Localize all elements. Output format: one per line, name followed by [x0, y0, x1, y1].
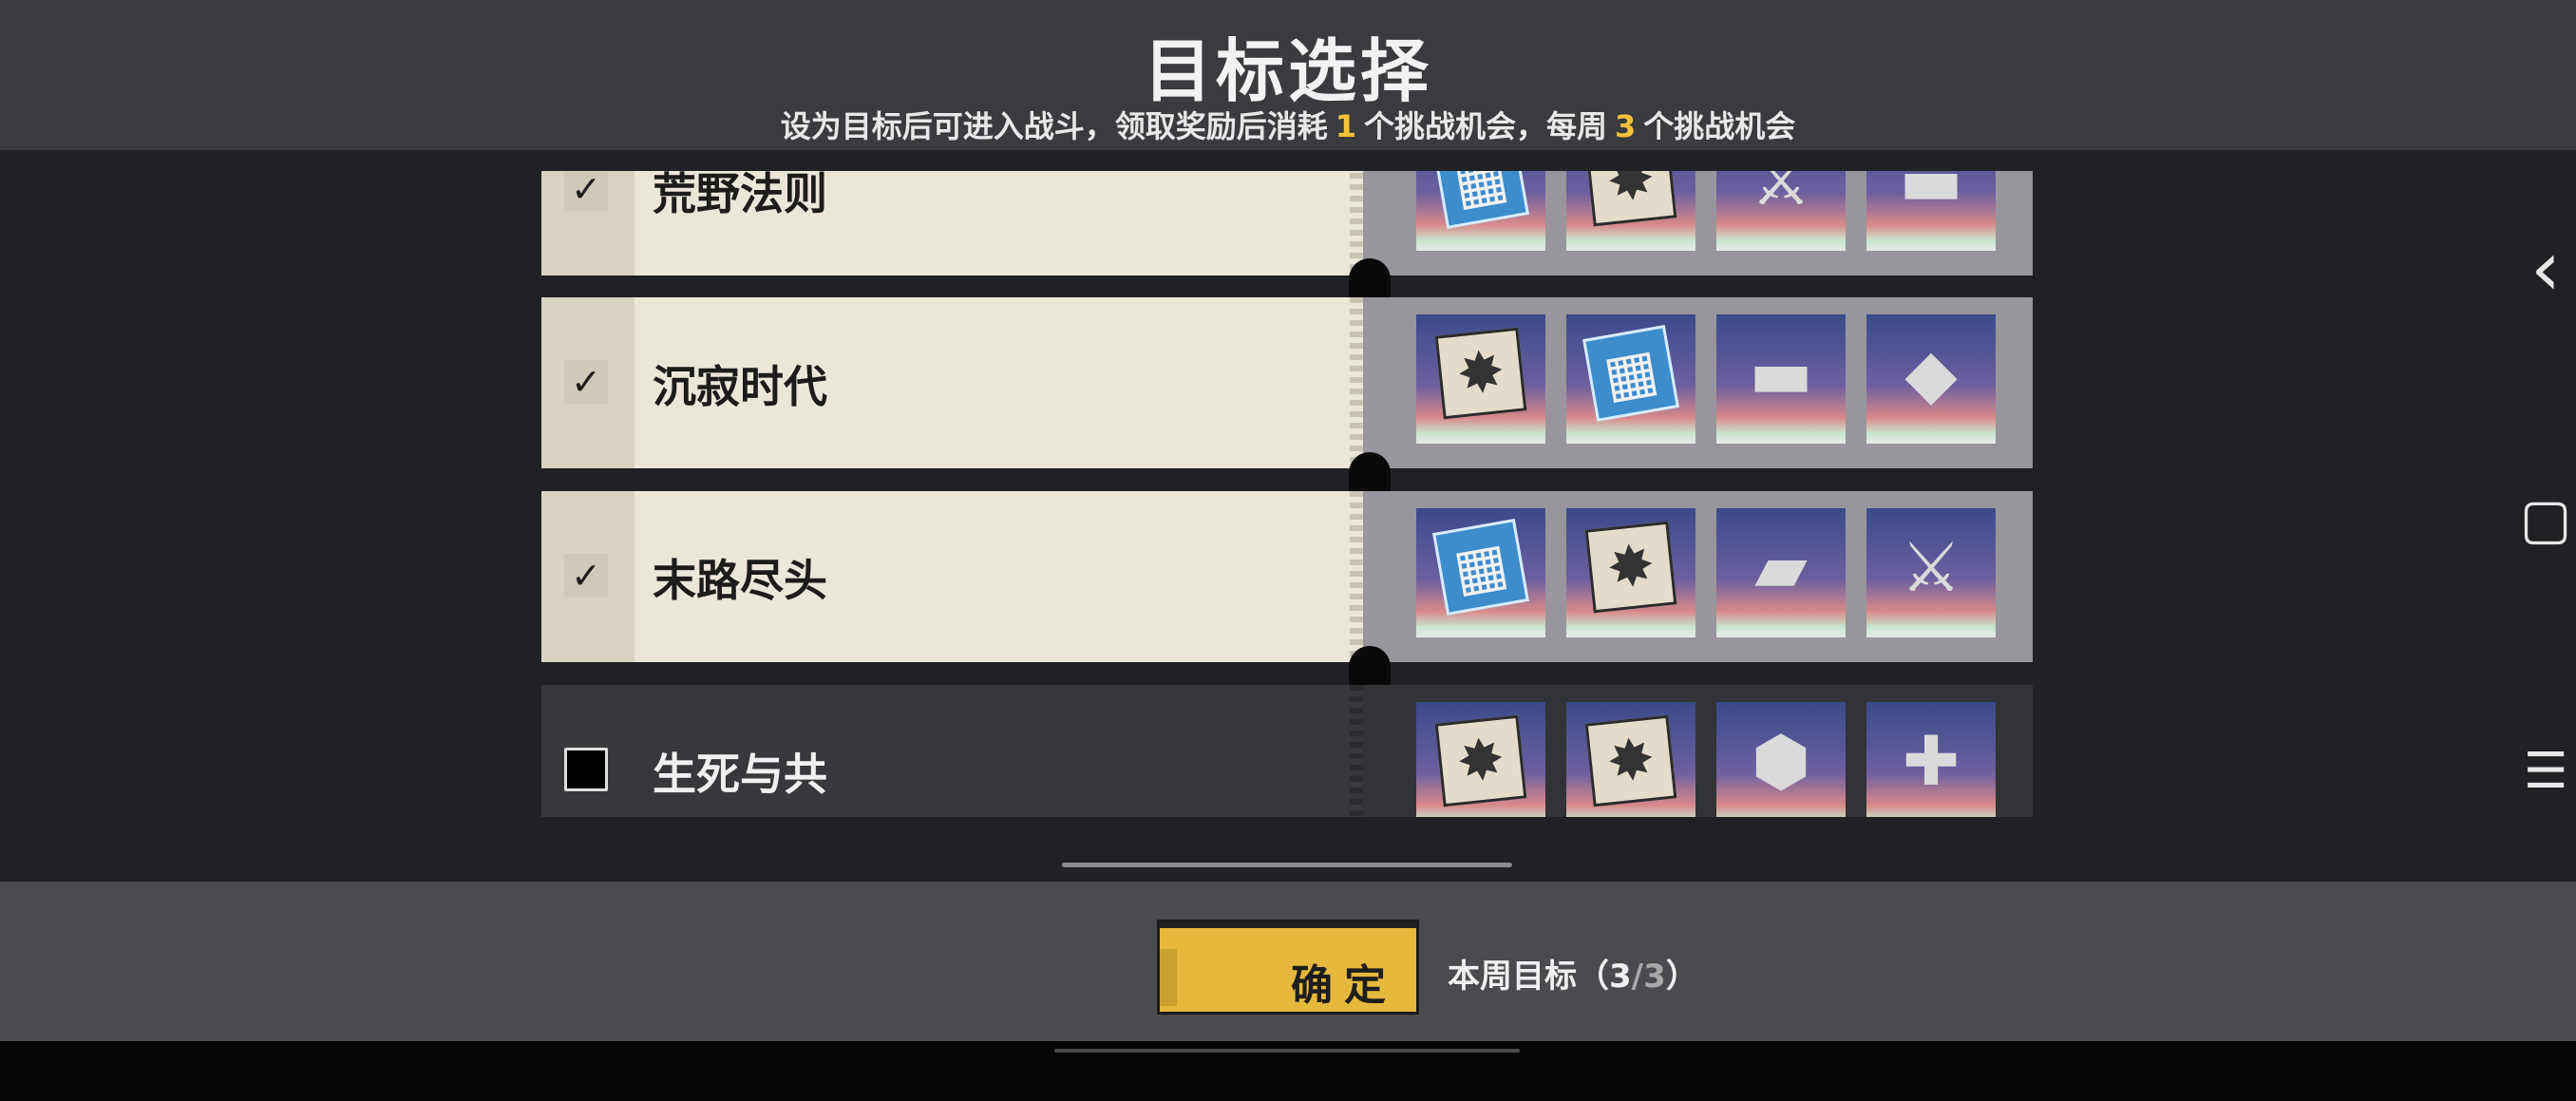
target-checkbox[interactable]: ✓	[564, 171, 608, 211]
reward-item[interactable]: ✸	[1416, 702, 1545, 817]
reward-item[interactable]: ▬	[1866, 171, 1996, 251]
subtitle-text: 个挑战机会	[1643, 108, 1796, 144]
perforation-divider	[1350, 297, 1363, 468]
reward-item[interactable]: ◆	[1866, 314, 1996, 444]
footer: 确定 本周目标（3/3）	[0, 882, 2576, 1041]
subtitle-text: 设为目标后可进入战斗，领取奖励后消耗	[780, 108, 1328, 144]
page-title: 目标选择	[1143, 31, 1432, 111]
target-card-info[interactable]: ✓ 荒野法则	[541, 171, 1363, 275]
target-selection-screen: 目标选择 设为目标后可进入战斗，领取奖励后消耗 1 个挑战机会，每周 3 个挑战机会 ✓…	[0, 0, 2576, 1101]
menu-icon[interactable]: ☰	[2517, 743, 2574, 800]
perforation-divider	[1350, 685, 1363, 817]
confirm-button[interactable]: 确定	[1157, 920, 1419, 1015]
weekly-target-count: 本周目标（3/3）	[1448, 950, 1698, 997]
target-card[interactable]: ✓ 荒野法则 ▦ ✸ ⚔ ▬	[541, 171, 2033, 275]
manual-icon: ✸	[1434, 714, 1527, 807]
target-checkbox[interactable]: ✓	[564, 360, 608, 404]
subtitle-highlight-cost: 1	[1335, 108, 1356, 144]
gesture-bar	[0, 1041, 2576, 1101]
home-indicator[interactable]	[1054, 1049, 1520, 1053]
reward-item[interactable]: ✸	[1566, 171, 1695, 251]
sword-icon: ⚔	[1900, 527, 1962, 607]
manual-icon: ✸	[1584, 714, 1677, 807]
target-list-area: ✓ 荒野法则 ▦ ✸ ⚔ ▬ ✓ 沉寂时代 ✸ ▦ ▬ ◆ ✓ 末路尽头 ▦ ✸…	[0, 150, 2576, 882]
rifle-icon: ▬	[1748, 333, 1814, 413]
rifle-icon: ▬	[1898, 171, 1964, 220]
manual-icon: ✸	[1584, 171, 1677, 227]
reward-item[interactable]: ⬢	[1716, 702, 1846, 817]
target-card[interactable]: ✓ 沉寂时代 ✸ ▦ ▬ ◆	[541, 297, 2033, 468]
target-card[interactable]: 生死与共 ✸ ✸ ⬢ ✚	[541, 685, 2033, 817]
button-corner-decoration	[1160, 949, 1177, 1006]
cannon-icon: ▰	[1754, 527, 1808, 607]
target-list[interactable]: ✓ 荒野法则 ▦ ✸ ⚔ ▬ ✓ 沉寂时代 ✸ ▦ ▬ ◆ ✓ 末路尽头 ▦ ✸…	[541, 171, 2033, 817]
target-name: 生死与共	[653, 749, 827, 800]
target-card-info[interactable]: ✓ 末路尽头	[541, 491, 1363, 662]
manual-icon: ✸	[1434, 327, 1527, 420]
blueprint-icon: ▦	[1582, 325, 1679, 422]
reward-items: ▦ ✸ ▰ ⚔	[1363, 491, 2033, 662]
weekly-close: ）	[1665, 958, 1698, 996]
weekly-separator: /	[1631, 958, 1644, 996]
sword-icon: ⚔	[1750, 171, 1812, 220]
subtitle-highlight-weekly: 3	[1615, 108, 1637, 144]
blade-icon: ◆	[1904, 333, 1958, 413]
confirm-button-label: 确定	[1291, 961, 1397, 1010]
weekly-label: 本周目标（	[1448, 958, 1609, 996]
reward-items: ✸ ▦ ▬ ◆	[1363, 297, 2033, 468]
reward-items: ✸ ✸ ⬢ ✚	[1363, 685, 2033, 817]
reward-item[interactable]: ✸	[1566, 508, 1695, 637]
reward-item[interactable]: ▰	[1716, 508, 1846, 637]
weekly-total: 3	[1643, 958, 1666, 996]
shield-icon: ⬢	[1751, 721, 1811, 801]
reward-item[interactable]: ✚	[1866, 702, 1996, 817]
reward-items: ▦ ✸ ⚔ ▬	[1363, 171, 2033, 275]
reward-item[interactable]: ▦	[1416, 171, 1545, 251]
reward-item[interactable]: ⚔	[1866, 508, 1996, 637]
target-card[interactable]: ✓ 末路尽头 ▦ ✸ ▰ ⚔	[541, 491, 2033, 662]
target-card-info[interactable]: ✓ 沉寂时代	[541, 297, 1363, 468]
launcher-icon: ✚	[1902, 721, 1960, 801]
reward-item[interactable]: ▬	[1716, 314, 1846, 444]
perforation-divider	[1350, 491, 1363, 662]
manual-icon: ✸	[1584, 521, 1677, 614]
target-card-info[interactable]: 生死与共	[541, 685, 1363, 817]
reward-item[interactable]: ⚔	[1716, 171, 1846, 251]
target-checkbox[interactable]	[564, 748, 608, 791]
scroll-indicator[interactable]	[1062, 863, 1512, 867]
weekly-current: 3	[1609, 958, 1632, 996]
reward-item[interactable]: ▦	[1566, 314, 1695, 444]
target-name: 荒野法则	[653, 171, 827, 219]
blueprint-icon: ▦	[1432, 519, 1529, 616]
back-icon[interactable]: ‹	[2517, 224, 2574, 313]
reward-item[interactable]: ✸	[1416, 314, 1545, 444]
blueprint-icon: ▦	[1432, 171, 1529, 229]
target-name: 末路尽头	[653, 555, 827, 606]
subtitle-text: 个挑战机会，每周	[1363, 108, 1607, 144]
home-icon[interactable]: ▢	[2517, 486, 2574, 551]
reward-item[interactable]: ✸	[1566, 702, 1695, 817]
target-name: 沉寂时代	[653, 361, 827, 412]
page-subtitle: 设为目标后可进入战斗，领取奖励后消耗 1 个挑战机会，每周 3 个挑战机会	[0, 103, 2576, 146]
reward-item[interactable]: ▦	[1416, 508, 1545, 637]
header: 目标选择 设为目标后可进入战斗，领取奖励后消耗 1 个挑战机会，每周 3 个挑战机会	[0, 0, 2576, 150]
target-checkbox[interactable]: ✓	[564, 554, 608, 598]
